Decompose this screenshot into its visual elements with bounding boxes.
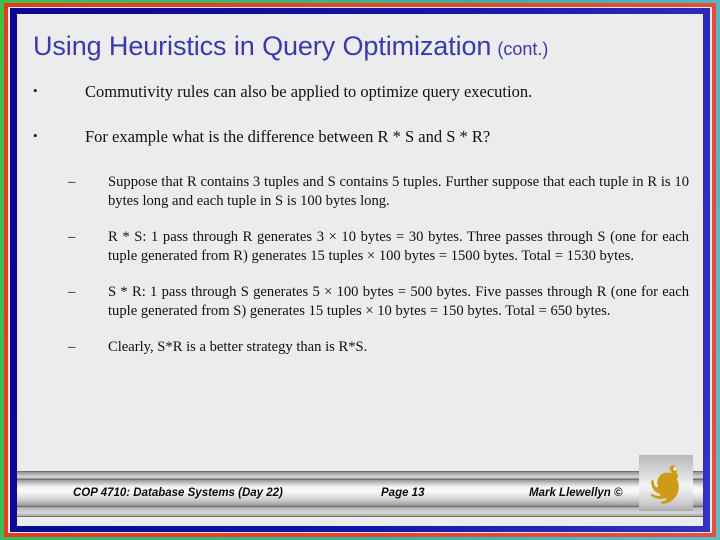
footer-divider bbox=[17, 479, 703, 480]
bullet-text: For example what is the difference betwe… bbox=[85, 127, 491, 147]
footer-author-label: Mark Llewellyn © bbox=[529, 487, 623, 499]
sub-bullet-text: R * S: 1 pass through R generates 3 × 10… bbox=[108, 228, 689, 264]
sub-bullet-text: Suppose that R contains 3 tuples and S c… bbox=[108, 173, 689, 209]
page-title-main: Using Heuristics in Query Optimization bbox=[33, 31, 492, 61]
dash-marker-icon: – bbox=[68, 283, 76, 300]
sub-bullet-item: – S * R: 1 pass through S generates 5 × … bbox=[17, 283, 703, 321]
footer-page-number: Page 13 bbox=[381, 487, 425, 499]
dash-marker-icon: – bbox=[68, 228, 76, 245]
slide: Using Heuristics in Query Optimization (c… bbox=[0, 0, 720, 540]
page-title: Using Heuristics in Query Optimization (c… bbox=[33, 31, 693, 62]
dash-marker-icon: – bbox=[68, 173, 76, 190]
dash-marker-icon: – bbox=[68, 338, 76, 355]
slide-footer: COP 4710: Database Systems (Day 22) Page… bbox=[17, 455, 703, 517]
pegasus-icon bbox=[650, 465, 679, 504]
bullet-text: Commutivity rules can also be applied to… bbox=[85, 82, 533, 101]
sub-bullet-item: – Suppose that R contains 3 tuples and S… bbox=[17, 173, 703, 211]
sub-bullet-text: Clearly, S*R is a better strategy than i… bbox=[108, 338, 368, 355]
slide-body: • Commutivity rules can also be applied … bbox=[17, 82, 703, 374]
footer-divider bbox=[17, 471, 703, 472]
sub-bullet-item: – Clearly, S*R is a better strategy than… bbox=[17, 338, 703, 357]
ucf-pegasus-logo bbox=[639, 455, 693, 511]
footer-course-label: COP 4710: Database Systems (Day 22) bbox=[73, 487, 283, 499]
footer-text-row: COP 4710: Database Systems (Day 22) Page… bbox=[17, 482, 703, 504]
bullet-item: • For example what is the difference bet… bbox=[17, 127, 703, 146]
sub-bullet-text: S * R: 1 pass through S generates 5 × 10… bbox=[108, 283, 689, 319]
bullet-marker-icon: • bbox=[33, 83, 38, 98]
slide-canvas: Using Heuristics in Query Optimization (c… bbox=[17, 14, 703, 526]
page-title-suffix: (cont.) bbox=[497, 39, 549, 59]
footer-divider bbox=[17, 516, 703, 517]
footer-divider bbox=[17, 506, 703, 507]
pegasus-eye bbox=[673, 467, 677, 471]
bullet-marker-icon: • bbox=[33, 128, 38, 144]
bullet-item: • Commutivity rules can also be applied … bbox=[17, 82, 703, 101]
sub-bullet-item: – R * S: 1 pass through R generates 3 × … bbox=[17, 228, 703, 266]
